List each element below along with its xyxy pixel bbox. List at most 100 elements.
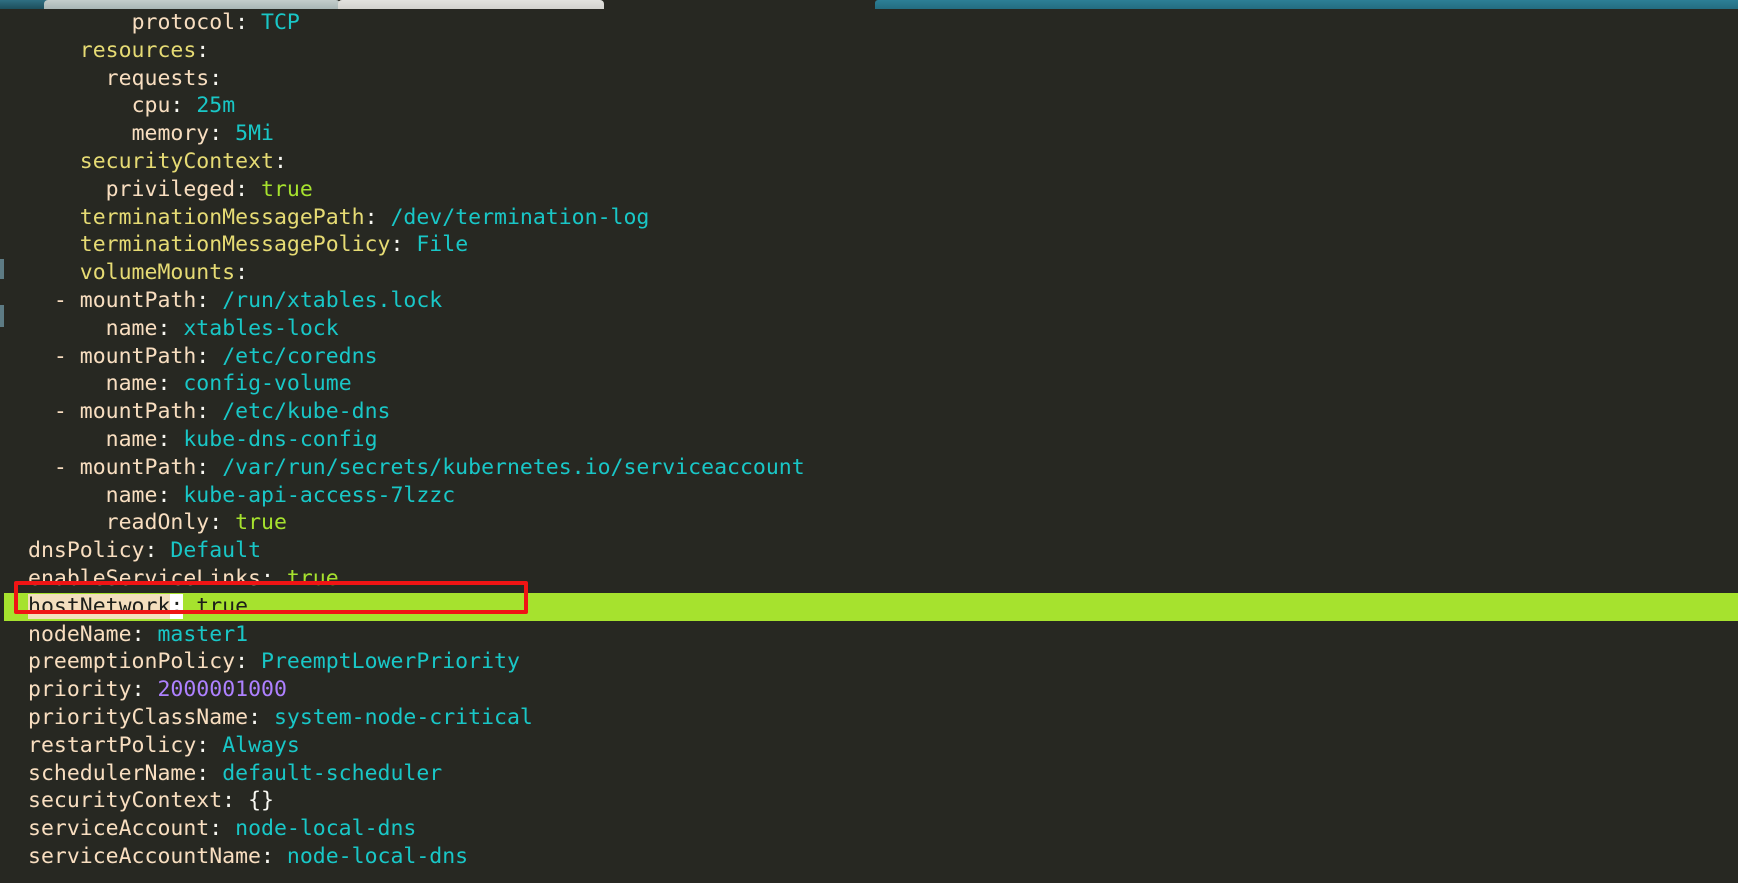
yaml-key: readOnly xyxy=(105,510,210,536)
yaml-colon: : xyxy=(196,732,210,758)
yaml-line[interactable]: protocol: TCP xyxy=(0,9,1738,37)
background-window-titlebar-2[interactable] xyxy=(338,0,604,9)
yaml-line[interactable]: priorityClassName: system-node-critical xyxy=(0,704,1738,732)
terminal-yaml-viewer: protocol: TCP resources: requests: cpu: … xyxy=(0,0,1738,883)
yaml-space xyxy=(209,288,222,313)
yaml-code-area[interactable]: protocol: TCP resources: requests: cpu: … xyxy=(0,9,1738,883)
active-window-titlebar[interactable] xyxy=(875,0,1738,9)
yaml-colon: : xyxy=(157,482,171,508)
yaml-line[interactable]: name: config-volume xyxy=(0,370,1738,398)
yaml-space xyxy=(157,538,170,563)
yaml-space xyxy=(209,733,222,758)
yaml-key: privileged xyxy=(105,176,236,202)
yaml-line[interactable]: readOnly: true xyxy=(0,509,1738,537)
yaml-list-dash: - xyxy=(53,343,80,369)
yaml-value: /run/xtables.lock xyxy=(222,287,443,313)
yaml-colon: : xyxy=(235,649,249,675)
yaml-space xyxy=(222,121,235,146)
left-gutter-scrollbar[interactable] xyxy=(0,9,4,883)
yaml-line[interactable]: serviceAccount: node-local-dns xyxy=(0,815,1738,843)
yaml-value: kube-api-access-7lzzc xyxy=(183,482,456,508)
gutter-scroll-mark[interactable] xyxy=(0,305,4,327)
yaml-indent xyxy=(28,121,132,146)
yaml-key: serviceAccountName xyxy=(28,843,261,869)
yaml-indent xyxy=(28,205,80,230)
yaml-line[interactable]: preemptionPolicy: PreemptLowerPriority xyxy=(0,648,1738,676)
yaml-key: cpu xyxy=(131,93,171,119)
yaml-line[interactable]: name: kube-dns-config xyxy=(0,426,1738,454)
yaml-indent xyxy=(28,427,106,452)
yaml-key: mountPath xyxy=(79,454,197,480)
yaml-list-dash: - xyxy=(53,454,80,480)
yaml-colon: : xyxy=(144,538,158,564)
yaml-line[interactable]: - mountPath: /etc/kube-dns xyxy=(0,398,1738,426)
yaml-line[interactable]: securityContext: xyxy=(0,148,1738,176)
yaml-space xyxy=(378,205,391,230)
yaml-indent xyxy=(28,399,54,424)
yaml-line[interactable]: enableServiceLinks: true xyxy=(0,565,1738,593)
yaml-colon: : xyxy=(209,510,223,536)
window-chrome-strip xyxy=(0,0,1738,9)
yaml-key: nodeName xyxy=(28,621,132,647)
yaml-line[interactable]: cpu: 25m xyxy=(0,92,1738,120)
yaml-line[interactable]: name: kube-api-access-7lzzc xyxy=(0,482,1738,510)
yaml-colon: : xyxy=(235,10,249,35)
background-window-titlebar-1[interactable] xyxy=(44,0,340,9)
yaml-list-dash: - xyxy=(53,287,80,313)
yaml-line[interactable]: memory: 5Mi xyxy=(0,120,1738,148)
yaml-line[interactable]: dnsPolicy: Default xyxy=(0,537,1738,565)
yaml-value: node-local-dns xyxy=(286,843,469,869)
yaml-colon: : xyxy=(157,371,171,397)
yaml-indent xyxy=(28,455,54,480)
yaml-line-highlighted[interactable]: hostNetwork: true xyxy=(0,592,1738,621)
yaml-key: protocol xyxy=(131,10,236,35)
yaml-line[interactable]: privileged: true xyxy=(0,176,1738,204)
yaml-line[interactable]: volumeMounts: xyxy=(0,259,1738,287)
yaml-indent xyxy=(28,483,106,508)
yaml-colon: : xyxy=(390,232,404,258)
yaml-line[interactable]: schedulerName: default-scheduler xyxy=(0,760,1738,788)
yaml-space xyxy=(183,93,196,118)
yaml-value: TCP xyxy=(261,10,300,35)
yaml-line[interactable]: restartPolicy: Always xyxy=(0,732,1738,760)
yaml-key: name xyxy=(105,482,158,508)
yaml-space xyxy=(209,399,222,424)
yaml-line[interactable]: nodeName: master1 xyxy=(0,621,1738,649)
yaml-value: /etc/kube-dns xyxy=(222,399,391,425)
yaml-colon: : xyxy=(196,760,210,786)
yaml-line[interactable]: terminationMessagePath: /dev/termination… xyxy=(0,204,1738,232)
yaml-key: serviceAccount xyxy=(28,816,210,842)
yaml-indent xyxy=(28,10,132,35)
yaml-line[interactable]: serviceAccountName: node-local-dns xyxy=(0,843,1738,871)
yaml-colon: : xyxy=(364,204,378,230)
yaml-indent xyxy=(28,371,106,396)
yaml-space xyxy=(274,566,287,591)
yaml-key: securityContext xyxy=(79,148,274,174)
yaml-colon: : xyxy=(235,176,249,202)
yaml-line[interactable]: name: xtables-lock xyxy=(0,315,1738,343)
yaml-indent xyxy=(28,260,80,285)
yaml-colon: : xyxy=(196,399,210,425)
yaml-colon: : xyxy=(248,704,262,730)
yaml-key: volumeMounts xyxy=(79,260,236,286)
yaml-space xyxy=(145,677,158,702)
yaml-line[interactable]: terminationMessagePolicy: File xyxy=(0,231,1738,259)
yaml-line[interactable]: priority: 2000001000 xyxy=(0,676,1738,704)
yaml-colon: : xyxy=(170,93,184,119)
yaml-indent xyxy=(28,149,80,174)
yaml-line[interactable]: - mountPath: /var/run/secrets/kubernetes… xyxy=(0,454,1738,482)
yaml-line[interactable]: - mountPath: /run/xtables.lock xyxy=(0,287,1738,315)
yaml-key: hostNetwork xyxy=(28,593,171,619)
yaml-line[interactable]: resources: xyxy=(0,37,1738,65)
yaml-value: xtables-lock xyxy=(183,315,339,341)
yaml-line[interactable]: requests: xyxy=(0,65,1738,93)
yaml-indent xyxy=(28,177,106,202)
yaml-space xyxy=(248,649,261,674)
yaml-key: terminationMessagePath xyxy=(79,204,365,230)
yaml-line[interactable]: securityContext: {} xyxy=(0,787,1738,815)
yaml-space xyxy=(209,455,222,480)
gutter-scroll-mark[interactable] xyxy=(0,259,4,279)
yaml-space xyxy=(170,427,183,452)
yaml-line[interactable]: - mountPath: /etc/coredns xyxy=(0,343,1738,371)
yaml-space xyxy=(209,344,222,369)
